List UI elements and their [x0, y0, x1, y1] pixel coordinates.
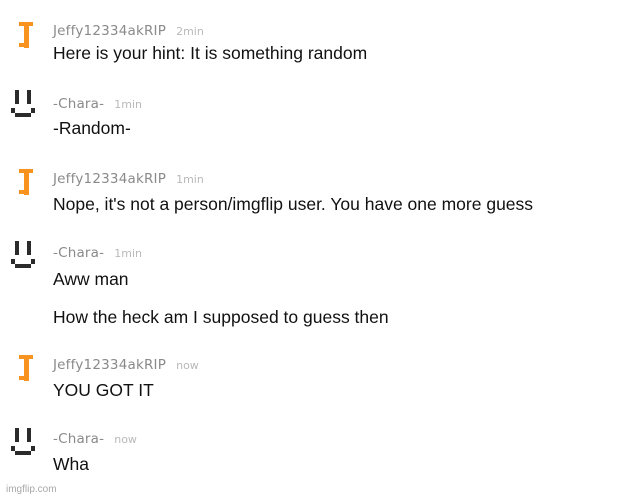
message-text: How the heck am I supposed to guess then: [53, 307, 389, 327]
message-text: Wha: [53, 454, 89, 474]
username[interactable]: Jeffy12334akRIP: [53, 357, 166, 373]
smiley-face-icon[interactable]: [9, 424, 39, 460]
smiley-face-icon[interactable]: [9, 86, 39, 122]
message-text: Nope, it's not a person/imgflip user. Yo…: [53, 194, 534, 214]
timestamp: 1min: [114, 247, 142, 260]
username[interactable]: Jeffy12334akRIP: [53, 171, 166, 187]
timestamp: 2min: [176, 25, 204, 38]
orange-t-icon[interactable]: [9, 18, 39, 54]
username[interactable]: -Chara-: [53, 96, 104, 112]
message-header: Jeffy12334akRIP now: [53, 356, 199, 374]
smiley-face-icon[interactable]: [9, 237, 39, 273]
username[interactable]: -Chara-: [53, 431, 104, 447]
watermark: imgflip.com: [6, 484, 57, 495]
message-text: Aww man: [53, 269, 129, 289]
message-header: -Chara- 1min: [53, 244, 142, 262]
message-header: Jeffy12334akRIP 2min: [53, 22, 204, 40]
message-header: -Chara-now: [53, 430, 137, 448]
username[interactable]: Jeffy12334akRIP: [53, 23, 166, 39]
orange-t-icon[interactable]: [9, 165, 39, 201]
orange-t-icon[interactable]: [9, 351, 39, 387]
timestamp: 1min: [176, 173, 204, 186]
username[interactable]: -Chara-: [53, 245, 104, 261]
timestamp: now: [114, 433, 137, 446]
message-header: -Chara- 1min: [53, 95, 142, 113]
message-header: Jeffy12334akRIP 1min: [53, 170, 204, 188]
timestamp: 1min: [114, 98, 142, 111]
timestamp: now: [176, 359, 199, 372]
message-text: -Random-: [53, 118, 131, 138]
message-text: YOU GOT IT: [53, 380, 154, 400]
message-text: Here is your hint: It is something rando…: [53, 43, 368, 63]
